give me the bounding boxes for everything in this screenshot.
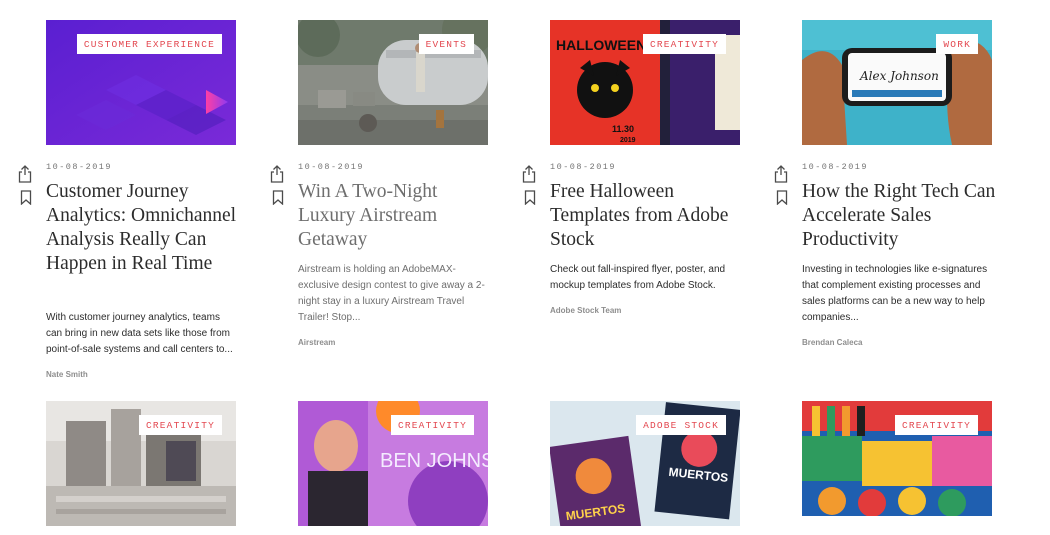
category-tag[interactable]: CUSTOMER EXPERIENCE bbox=[76, 34, 222, 54]
article-title[interactable]: Customer Journey Analytics: Omnichannel … bbox=[46, 180, 244, 276]
article-date: 10-08-2019 bbox=[802, 162, 869, 172]
article-thumbnail[interactable]: MUERTOS MUERTOS ADOBE STOCK bbox=[550, 401, 740, 526]
article-thumbnail[interactable]: CREATIVITY bbox=[802, 401, 992, 526]
article-author[interactable]: Brendan Caleca bbox=[802, 338, 862, 347]
article-thumbnail[interactable]: CUSTOMER EXPERIENCE bbox=[46, 20, 236, 145]
article-description: With customer journey analytics, teams c… bbox=[46, 312, 233, 355]
category-tag[interactable]: CREATIVITY bbox=[138, 415, 222, 435]
article-thumbnail[interactable]: BEN JOHNSO CREATIVITY bbox=[298, 401, 488, 526]
category-tag[interactable]: EVENTS bbox=[418, 34, 474, 54]
article-description: Check out fall-inspired flyer, poster, a… bbox=[550, 264, 726, 291]
share-icon[interactable] bbox=[18, 165, 32, 183]
category-tag[interactable]: CREATIVITY bbox=[894, 415, 978, 435]
article-description: Airstream is holding an AdobeMAX-exclusi… bbox=[298, 264, 485, 323]
poster-year-text: 2019 bbox=[620, 137, 636, 144]
article-date: 10-08-2019 bbox=[550, 162, 617, 172]
share-icon[interactable] bbox=[270, 165, 284, 183]
category-tag[interactable]: WORK bbox=[936, 34, 978, 54]
article-author[interactable]: Airstream bbox=[298, 338, 335, 347]
poster-title-text: HALLOWEEN bbox=[556, 37, 646, 53]
signature-text: Alex Johnson bbox=[859, 69, 939, 83]
share-icon[interactable] bbox=[774, 165, 788, 183]
poster-date-text: 11.30 bbox=[612, 124, 634, 134]
category-tag[interactable]: CREATIVITY bbox=[642, 34, 726, 54]
article-title[interactable]: Win A Two-Night Luxury Airstream Getaway bbox=[298, 180, 496, 252]
article-description: Investing in technologies like e-signatu… bbox=[802, 264, 988, 323]
article-author[interactable]: Nate Smith bbox=[46, 370, 88, 379]
article-date: 10-08-2019 bbox=[298, 162, 365, 172]
article-thumbnail[interactable]: Alex Johnson WORK bbox=[802, 20, 992, 145]
article-thumbnail[interactable]: HALLOWEEN 11.30 2019 CREATIVITY bbox=[550, 20, 740, 145]
bookmark-icon[interactable] bbox=[524, 190, 536, 205]
article-thumbnail[interactable]: EVENTS bbox=[298, 20, 488, 145]
article-title[interactable]: Free Halloween Templates from Adobe Stoc… bbox=[550, 180, 748, 252]
category-tag[interactable]: ADOBE STOCK bbox=[636, 415, 726, 435]
article-author[interactable]: Adobe Stock Team bbox=[550, 306, 621, 315]
bookmark-icon[interactable] bbox=[20, 190, 32, 205]
article-thumbnail[interactable]: CREATIVITY bbox=[46, 401, 236, 526]
speaker-name-text: BEN JOHNSO bbox=[380, 450, 488, 472]
bookmark-icon[interactable] bbox=[272, 190, 284, 205]
article-title[interactable]: How the Right Tech Can Accelerate Sales … bbox=[802, 180, 1000, 252]
share-icon[interactable] bbox=[522, 165, 536, 183]
article-date: 10-08-2019 bbox=[46, 162, 113, 172]
bookmark-icon[interactable] bbox=[776, 190, 788, 205]
category-tag[interactable]: CREATIVITY bbox=[390, 415, 474, 435]
